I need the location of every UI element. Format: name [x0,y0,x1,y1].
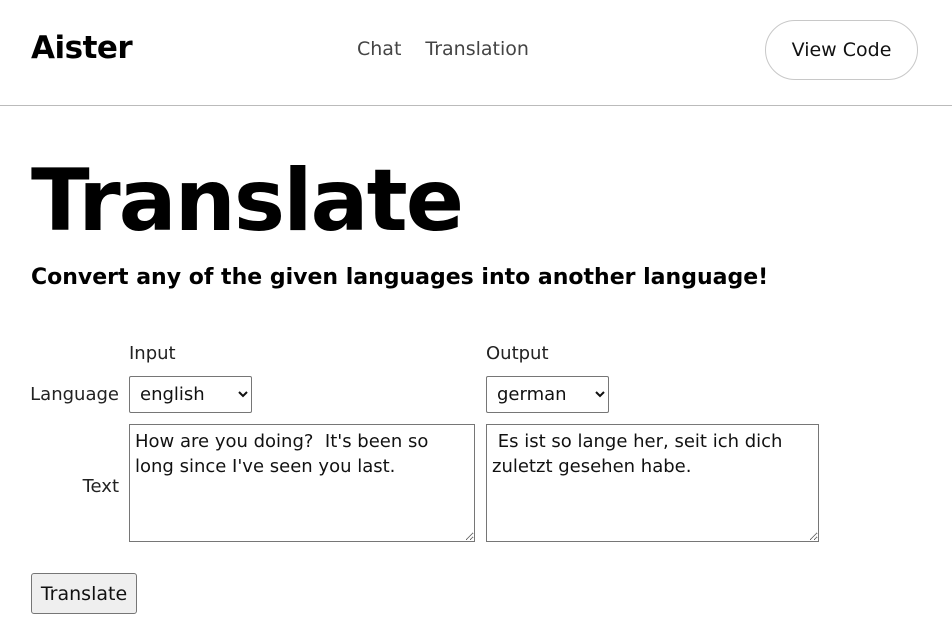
nav-link-translation[interactable]: Translation [425,38,529,60]
page-title: Translate [31,151,464,251]
nav-link-chat[interactable]: Chat [357,38,401,60]
page-subtitle: Convert any of the given languages into … [31,265,769,290]
language-row-label: Language [30,384,119,405]
main-nav: Chat Translation [357,38,529,60]
text-row-label: Text [82,476,119,497]
view-code-button[interactable]: View Code [765,20,918,80]
input-language-select[interactable]: english [129,376,252,413]
brand-logo[interactable]: Aister [31,30,133,66]
input-text-area[interactable]: How are you doing? It's been so long sin… [129,424,475,542]
input-heading: Input [129,343,176,364]
output-language-select[interactable]: german [486,376,609,413]
site-header: Aister Chat Translation View Code [0,0,952,106]
translate-button[interactable]: Translate [31,573,137,614]
output-text-area[interactable]: Es ist so lange her, seit ich dich zulet… [486,424,819,542]
output-heading: Output [486,343,549,364]
